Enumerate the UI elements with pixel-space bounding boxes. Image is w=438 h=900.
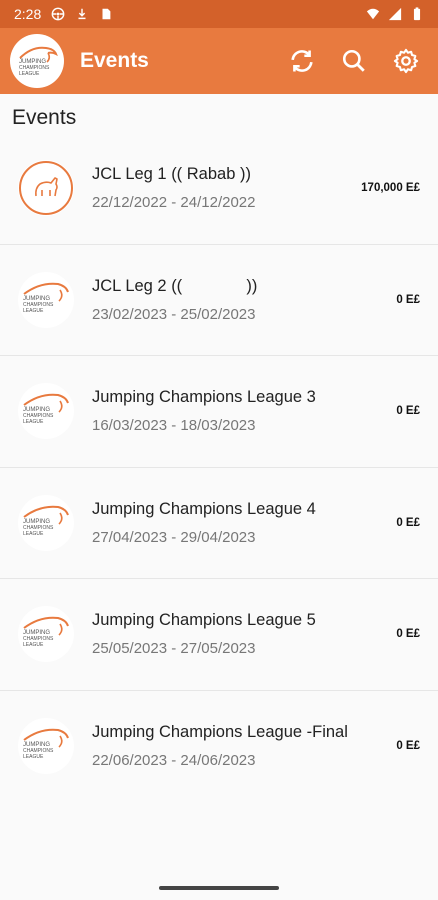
event-logo: JUMPING CHAMPIONS LEAGUE	[18, 271, 74, 328]
event-logo	[18, 160, 74, 217]
app-bar: JUMPING CHAMPIONS LEAGUE Events	[0, 28, 438, 94]
gear-icon	[393, 48, 419, 74]
status-bar: 2:28	[0, 0, 438, 28]
battery-icon	[413, 7, 421, 21]
svg-text:LEAGUE: LEAGUE	[23, 642, 44, 648]
svg-text:LEAGUE: LEAGUE	[23, 531, 44, 537]
event-row[interactable]: JUMPING CHAMPIONS LEAGUE Jumping Champio…	[0, 356, 438, 468]
event-name: JCL Leg 2 (( ))	[92, 276, 258, 295]
event-name: JCL Leg 1 (( Rabab ))	[92, 165, 251, 184]
event-dates: 27/04/2023 - 29/04/2023	[92, 528, 256, 546]
event-logo: JUMPING CHAMPIONS LEAGUE	[18, 494, 74, 551]
event-name: Jumping Champions League -Final	[92, 723, 348, 742]
jcl-logo-icon: JUMPING CHAMPIONS LEAGUE	[23, 505, 69, 537]
search-icon	[342, 49, 365, 72]
svg-text:LEAGUE: LEAGUE	[19, 71, 40, 77]
download-icon	[78, 8, 86, 20]
svg-text:LEAGUE: LEAGUE	[23, 754, 44, 760]
event-row[interactable]: JUMPING CHAMPIONS LEAGUE Jumping Champio…	[0, 690, 438, 802]
jcl-logo-icon: JUMPING CHAMPIONS LEAGUE	[23, 616, 69, 648]
app-title: Events	[80, 49, 149, 72]
gesture-nav-handle[interactable]	[159, 886, 279, 890]
jcl-logo-icon: JUMPING CHAMPIONS LEAGUE	[19, 46, 58, 77]
event-list: JCL Leg 1 (( Rabab )) 22/12/2022 - 24/12…	[0, 133, 438, 802]
event-price: 0 E£	[396, 293, 420, 306]
signal-icon	[388, 7, 402, 21]
event-name: Jumping Champions League 3	[92, 388, 316, 407]
svg-text:LEAGUE: LEAGUE	[23, 308, 44, 314]
app-logo: JUMPING CHAMPIONS LEAGUE	[10, 34, 64, 88]
status-time: 2:28	[14, 6, 42, 22]
refresh-button[interactable]	[288, 47, 316, 75]
jcl-logo-icon: JUMPING CHAMPIONS LEAGUE	[23, 728, 69, 760]
event-row[interactable]: JUMPING CHAMPIONS LEAGUE Jumping Champio…	[0, 579, 438, 691]
steering-wheel-icon	[51, 7, 65, 21]
event-name: Jumping Champions League 5	[92, 611, 316, 630]
event-logo: JUMPING CHAMPIONS LEAGUE	[18, 606, 74, 663]
section-title: Events	[12, 106, 77, 129]
event-dates: 22/12/2022 - 24/12/2022	[92, 194, 256, 212]
wifi-icon	[366, 8, 380, 20]
event-price: 170,000 E£	[361, 182, 420, 195]
event-name: Jumping Champions League 4	[92, 499, 316, 518]
event-row[interactable]: JUMPING CHAMPIONS LEAGUE JCL Leg 2 (( ))…	[0, 244, 438, 356]
svg-text:LEAGUE: LEAGUE	[23, 419, 44, 425]
sim-card-icon	[102, 8, 111, 20]
search-button[interactable]	[340, 47, 368, 75]
event-price: 0 E£	[396, 516, 420, 529]
event-price: 0 E£	[396, 405, 420, 418]
event-row[interactable]: JUMPING CHAMPIONS LEAGUE Jumping Champio…	[0, 467, 438, 579]
event-price: 0 E£	[396, 628, 420, 641]
event-logo: JUMPING CHAMPIONS LEAGUE	[18, 718, 74, 775]
settings-button[interactable]	[392, 47, 420, 75]
event-dates: 23/02/2023 - 25/02/2023	[92, 305, 256, 323]
event-row[interactable]: JCL Leg 1 (( Rabab )) 22/12/2022 - 24/12…	[0, 133, 438, 245]
refresh-icon	[291, 50, 313, 72]
event-dates: 25/05/2023 - 27/05/2023	[92, 640, 256, 658]
event-dates: 22/06/2023 - 24/06/2023	[92, 752, 256, 770]
jcl-logo-icon: JUMPING CHAMPIONS LEAGUE	[23, 393, 69, 425]
event-logo: JUMPING CHAMPIONS LEAGUE	[18, 383, 74, 440]
event-dates: 16/03/2023 - 18/03/2023	[92, 417, 256, 435]
jcl-logo-icon: JUMPING CHAMPIONS LEAGUE	[23, 282, 69, 314]
horse-logo-icon	[19, 161, 73, 216]
event-price: 0 E£	[396, 740, 420, 753]
